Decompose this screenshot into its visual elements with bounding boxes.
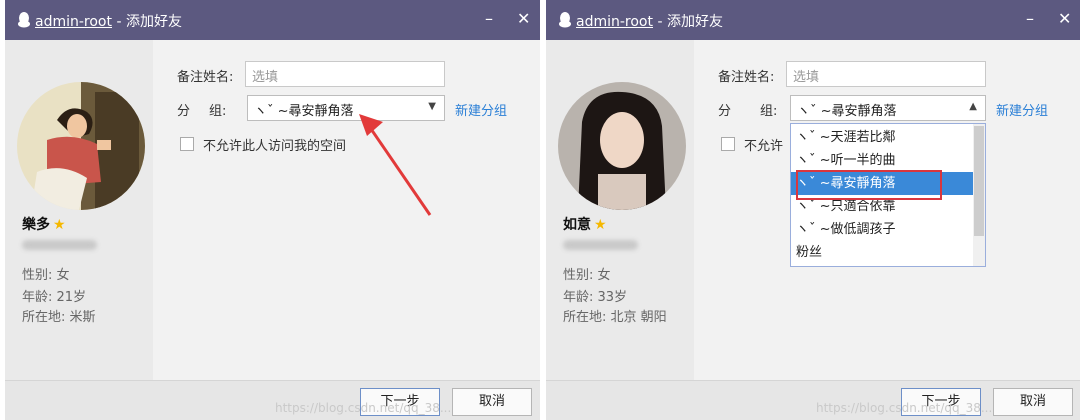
note-name-input[interactable]: 选填 bbox=[786, 61, 986, 87]
avatar bbox=[558, 82, 686, 210]
profile-location: 所在地: 北京 朝阳 bbox=[563, 310, 667, 325]
dropdown-option[interactable]: ヽˇ ~听一半的曲 bbox=[791, 149, 973, 172]
note-name-input[interactable]: 选填 bbox=[245, 61, 445, 87]
close-button[interactable]: ✕ bbox=[517, 9, 530, 28]
profile-panel: 樂多 ★ 性别: 女 年龄: 21岁 所在地: 米斯 bbox=[5, 40, 153, 380]
red-highlight-box bbox=[796, 170, 942, 200]
add-friend-window-2: admin-root - 添加好友 – ✕ 如意 ★ 性别: 女 年龄: 33岁 … bbox=[546, 0, 1080, 420]
caret-up-icon: ▲ bbox=[969, 101, 977, 112]
group-label-a: 分 bbox=[718, 104, 732, 119]
new-group-link[interactable]: 新建分组 bbox=[455, 100, 507, 119]
note-name-label: 备注姓名: bbox=[177, 70, 234, 85]
privacy-checkbox-label: 不允许 bbox=[744, 139, 784, 154]
avatar-cartoon-image bbox=[17, 82, 145, 210]
qq-penguin-icon bbox=[559, 12, 571, 28]
dropdown-scrollbar[interactable] bbox=[973, 124, 985, 266]
group-select-value: ヽˇ ~尋安靜角落 bbox=[254, 104, 354, 119]
watermark: https://blog.csdn.net/qq_38... bbox=[275, 401, 452, 415]
profile-location: 所在地: 米斯 bbox=[22, 310, 96, 325]
blurred-account-id bbox=[563, 240, 638, 250]
window-title: admin-root - 添加好友 bbox=[576, 14, 723, 30]
cancel-button[interactable]: 取消 bbox=[452, 388, 532, 416]
group-select-value: ヽˇ ~尋安靜角落 bbox=[797, 104, 897, 119]
minimize-button[interactable]: – bbox=[485, 9, 493, 28]
group-label-a: 分 bbox=[177, 104, 191, 119]
group-label-b: 组: bbox=[209, 104, 227, 119]
group-label-b: 组: bbox=[760, 104, 778, 119]
dropdown-option[interactable]: 粉丝 bbox=[791, 241, 973, 264]
minimize-button[interactable]: – bbox=[1026, 9, 1034, 28]
privacy-checkbox[interactable] bbox=[721, 137, 735, 151]
profile-nickname: 樂多 ★ bbox=[22, 217, 66, 233]
add-friend-window-1: admin-root - 添加好友 – ✕ 樂多 ★ 性别: 女 年龄: 21岁 … bbox=[5, 0, 540, 420]
title-bar[interactable]: admin-root - 添加好友 – ✕ bbox=[546, 0, 1080, 40]
profile-age: 年龄: 21岁 bbox=[22, 290, 87, 305]
avatar-photo-image bbox=[558, 82, 686, 210]
note-name-label: 备注姓名: bbox=[718, 70, 775, 85]
close-button[interactable]: ✕ bbox=[1058, 9, 1071, 28]
privacy-checkbox[interactable] bbox=[180, 137, 194, 151]
dialog-footer: 下一步 取消 https://blog.csdn.net/qq_38... bbox=[5, 380, 540, 420]
privacy-checkbox-label: 不允许此人访问我的空间 bbox=[203, 139, 347, 154]
new-group-link[interactable]: 新建分组 bbox=[996, 100, 1048, 119]
star-icon: ★ bbox=[594, 217, 607, 233]
window-title: admin-root - 添加好友 bbox=[35, 14, 182, 30]
blurred-account-id bbox=[22, 240, 97, 250]
star-icon: ★ bbox=[53, 217, 66, 233]
red-arrow-annotation bbox=[359, 114, 432, 216]
dialog-footer: 下一步 取消 https://blog.csdn.net/qq_38... bbox=[546, 380, 1080, 420]
profile-gender: 性别: 女 bbox=[563, 268, 611, 283]
profile-gender: 性别: 女 bbox=[22, 268, 70, 283]
profile-nickname: 如意 ★ bbox=[563, 217, 607, 233]
qq-penguin-icon bbox=[18, 12, 30, 28]
scrollbar-thumb[interactable] bbox=[974, 126, 984, 236]
avatar bbox=[17, 82, 145, 210]
profile-age: 年龄: 33岁 bbox=[563, 290, 628, 305]
title-bar[interactable]: admin-root - 添加好友 – ✕ bbox=[5, 0, 540, 40]
cancel-button[interactable]: 取消 bbox=[993, 388, 1073, 416]
dropdown-option[interactable]: ヽˇ ~做低調孩子 bbox=[791, 218, 973, 241]
group-select[interactable]: ヽˇ ~尋安靜角落 ▲ bbox=[790, 95, 986, 121]
watermark: https://blog.csdn.net/qq_38... bbox=[816, 401, 993, 415]
dropdown-option[interactable]: ヽˇ ~天涯若比鄰 bbox=[791, 126, 973, 149]
profile-panel: 如意 ★ 性别: 女 年龄: 33岁 所在地: 北京 朝阳 bbox=[546, 40, 694, 380]
